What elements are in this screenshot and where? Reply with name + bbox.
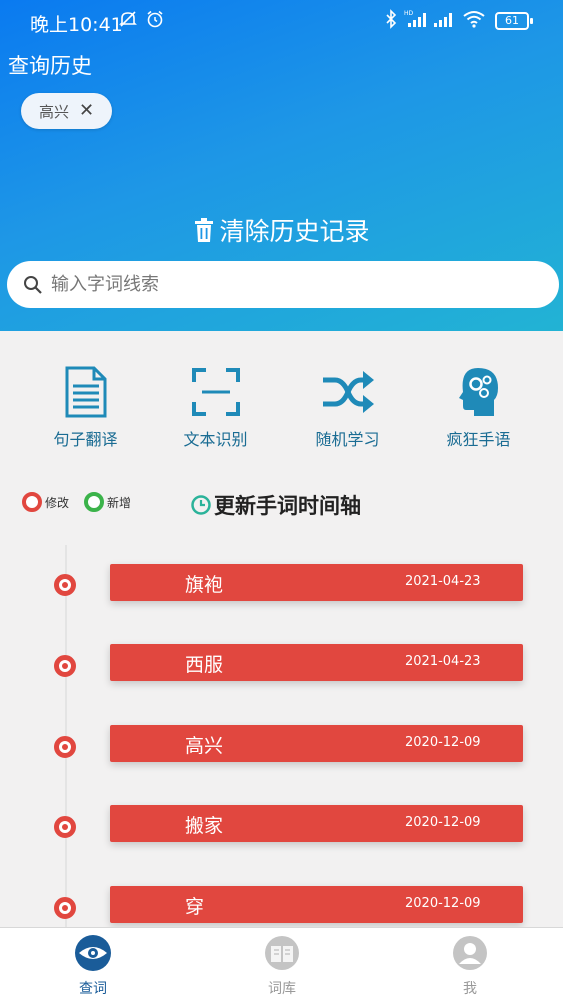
tab-word-library[interactable]: 词库 — [242, 934, 322, 998]
timeline-word: 旗袍 — [185, 574, 224, 596]
legend-modified-label: 修改 — [45, 495, 70, 510]
timeline-title-label: 更新手词时间轴 — [214, 494, 361, 518]
feature-label: 句子翻译 — [53, 430, 118, 449]
search-input[interactable] — [51, 274, 531, 295]
feature-label: 文本识别 — [183, 430, 248, 449]
timeline-dot — [54, 897, 76, 919]
wifi-icon — [462, 9, 486, 34]
signal-hd-icon: HD — [404, 9, 428, 34]
added-dot-icon — [84, 492, 104, 512]
feature-text-recognition[interactable]: 文本识别 — [150, 366, 281, 450]
history-title: 查询历史 — [8, 54, 92, 78]
timeline-dot — [54, 655, 76, 677]
tab-label: 词库 — [268, 981, 296, 997]
search-icon — [24, 275, 42, 294]
tab-me[interactable]: 我 — [430, 934, 510, 998]
timeline-word: 搬家 — [185, 815, 224, 837]
status-time: 晚上10:41 — [30, 14, 123, 36]
timeline-title: 更新手词时间轴 — [190, 490, 361, 520]
status-bar: 晚上10:41 HD 61 — [0, 0, 563, 44]
clock-icon — [191, 495, 211, 515]
mute-icon — [118, 9, 138, 34]
timeline-item[interactable]: 旗袍 2021-04-23 — [110, 564, 523, 601]
feature-crazy-sign[interactable]: 疯狂手语 — [413, 366, 544, 450]
feature-sentence-translate[interactable]: 句子翻译 — [20, 366, 151, 450]
battery-indicator: 61 — [495, 12, 533, 30]
eye-icon — [75, 935, 111, 971]
scan-icon — [191, 368, 240, 416]
feature-grid: 句子翻译 文本识别 随机学习 疯狂手语 — [0, 366, 563, 456]
timeline-word: 西服 — [185, 654, 224, 676]
legend-modified: 修改 — [22, 492, 69, 512]
shuffle-icon — [322, 371, 374, 413]
brain-gear-icon — [458, 368, 498, 416]
history-chip[interactable]: 高兴 ✕ — [21, 93, 112, 129]
timeline-word: 穿 — [185, 896, 205, 918]
timeline-date: 2020-12-09 — [405, 896, 481, 911]
timeline-item[interactable]: 高兴 2020-12-09 — [110, 725, 523, 762]
close-icon[interactable]: ✕ — [79, 102, 94, 120]
timeline-date: 2020-12-09 — [405, 815, 481, 830]
clear-history-button[interactable]: 清除历史记录 — [0, 212, 563, 248]
header-banner: 晚上10:41 HD 61 查询历史 高兴 ✕ 清除历史记录 输入字词线索 — [0, 0, 563, 331]
clear-history-label: 清除历史记录 — [219, 217, 370, 246]
trash-icon — [195, 218, 214, 242]
timeline-date: 2021-04-23 — [405, 654, 481, 669]
legend-added-label: 新增 — [107, 495, 132, 510]
tab-label: 我 — [463, 981, 477, 997]
tab-label: 查词 — [79, 981, 107, 997]
timeline-dot — [54, 736, 76, 758]
svg-text:HD: HD — [404, 10, 414, 17]
feature-label: 疯狂手语 — [446, 430, 511, 449]
search-bar[interactable] — [7, 261, 559, 308]
alarm-icon — [145, 9, 165, 34]
bottom-tab-bar: 查词 词库 我 — [0, 927, 563, 1000]
history-chip-label: 高兴 — [38, 102, 69, 121]
book-icon — [265, 936, 299, 970]
timeline-dot — [54, 574, 76, 596]
document-icon — [65, 366, 106, 418]
timeline-item[interactable]: 穿 2020-12-09 — [110, 886, 523, 923]
timeline-item[interactable]: 搬家 2020-12-09 — [110, 805, 523, 842]
user-icon — [453, 936, 487, 970]
feature-random-learn[interactable]: 随机学习 — [282, 366, 413, 450]
modified-dot-icon — [22, 492, 42, 512]
feature-label: 随机学习 — [315, 430, 380, 449]
legend-added: 新增 — [84, 492, 131, 512]
timeline-date: 2020-12-09 — [405, 735, 481, 750]
signal-icon — [432, 9, 456, 34]
timeline-date: 2021-04-23 — [405, 574, 481, 589]
timeline-item[interactable]: 西服 2021-04-23 — [110, 644, 523, 681]
bluetooth-icon — [384, 9, 398, 34]
timeline-dot — [54, 816, 76, 838]
timeline-word: 高兴 — [185, 735, 224, 757]
tab-lookup[interactable]: 查词 — [53, 934, 133, 998]
